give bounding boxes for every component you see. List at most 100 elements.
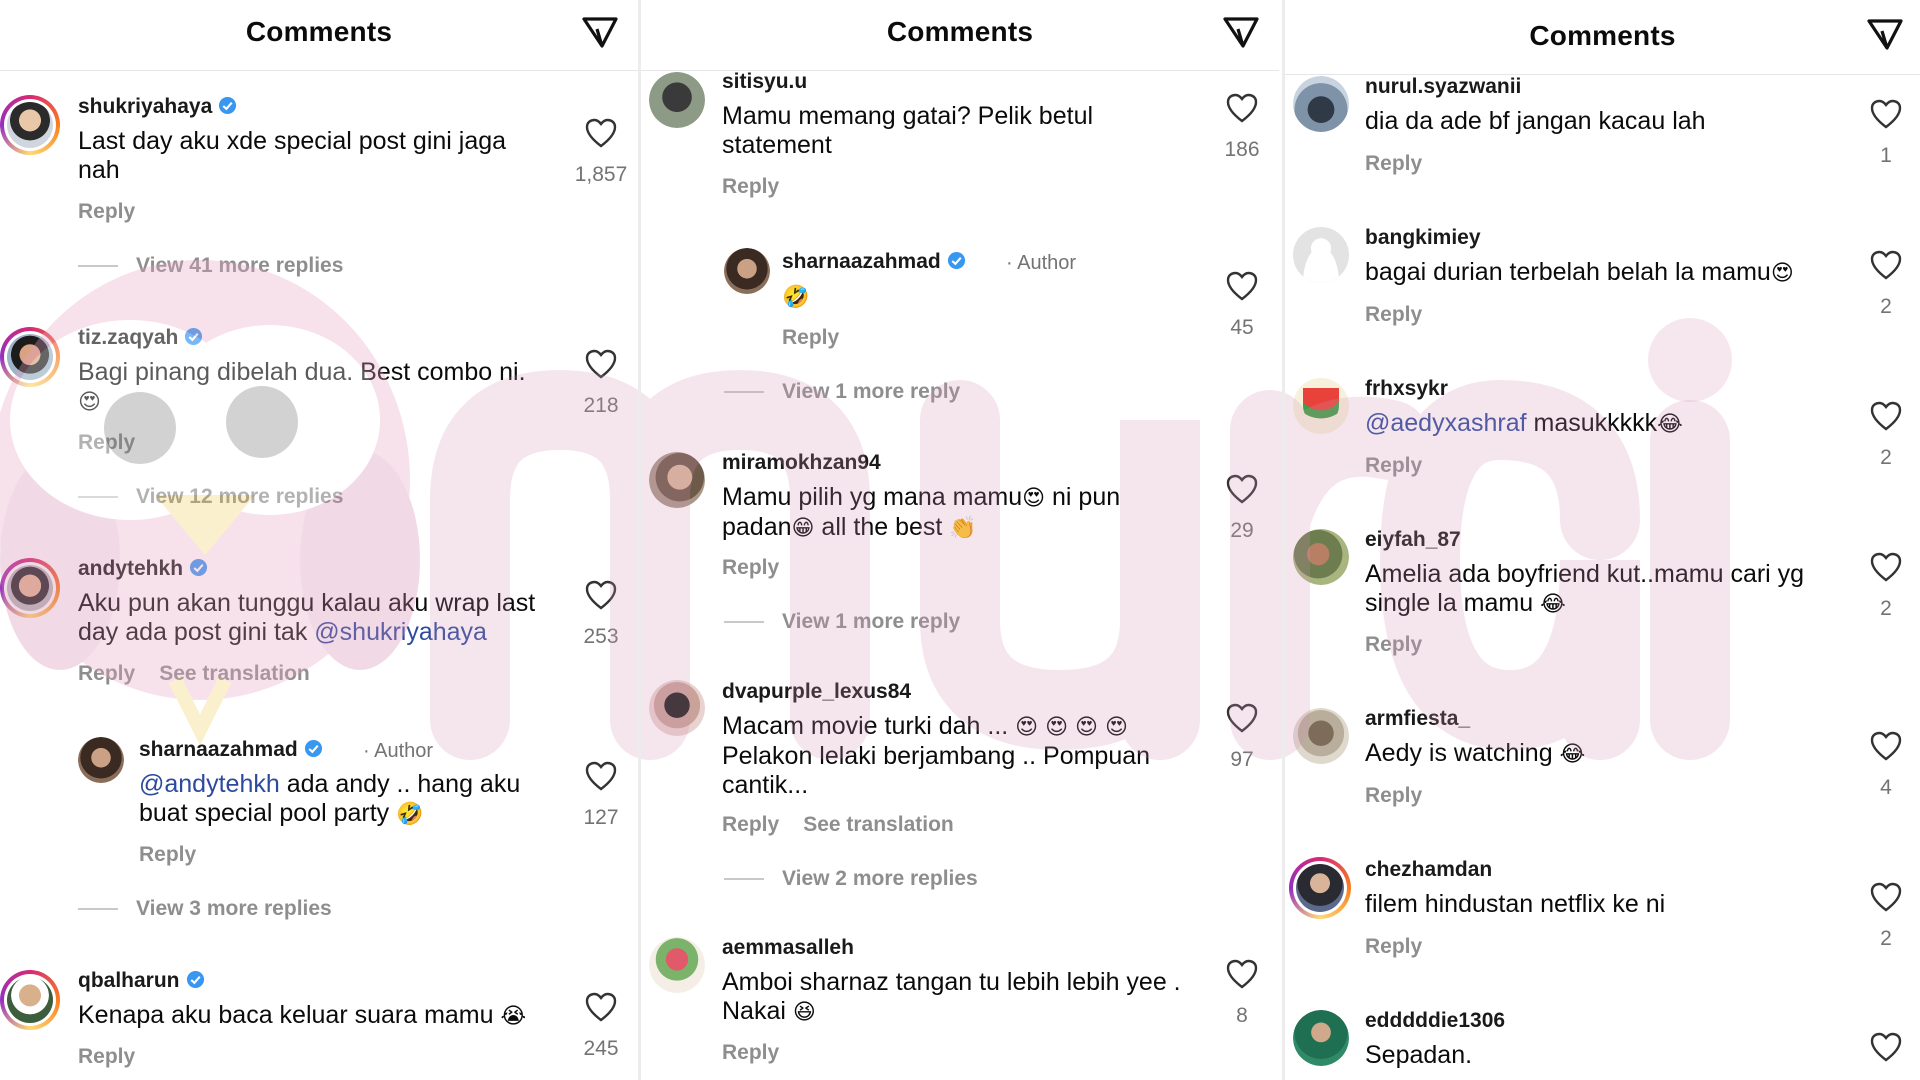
comment-text: Last day aku xde special post gini jaga …	[78, 127, 507, 184]
divider-line	[78, 496, 118, 499]
heart-icon[interactable]	[1225, 473, 1259, 505]
reply-button[interactable]: Reply	[782, 326, 839, 350]
see-translation-button[interactable]: See translation	[159, 662, 310, 685]
reply-button[interactable]: Reply	[1365, 633, 1422, 657]
comment-username[interactable]: aemmasalleh	[722, 936, 854, 960]
heart-icon[interactable]	[584, 117, 618, 149]
reply-button[interactable]: Reply	[1365, 784, 1422, 808]
view-replies-button[interactable]: View 41 more replies	[78, 254, 343, 278]
heart-icon[interactable]	[1225, 92, 1259, 124]
reply-button[interactable]: Reply	[1365, 935, 1422, 959]
heart-eyes-emoji: 😍 😍 😍 😍	[1015, 715, 1128, 740]
like-count: 245	[583, 1037, 619, 1060]
avatar[interactable]	[724, 248, 770, 294]
avatar[interactable]	[1293, 227, 1349, 283]
heart-icon[interactable]	[1869, 400, 1903, 432]
divider-line	[724, 391, 764, 394]
comment-username[interactable]: dvapurple_lexus84	[722, 680, 911, 704]
view-replies-button[interactable]: View 1 more reply	[724, 380, 960, 404]
comment-username[interactable]: edddddie1306	[1365, 1009, 1505, 1033]
filter-icon[interactable]	[580, 12, 620, 52]
heart-icon[interactable]	[1225, 958, 1259, 990]
reply-button[interactable]: Reply	[722, 813, 779, 836]
comment-text: Aedy is watching 😂	[1365, 739, 1586, 767]
filter-icon[interactable]	[1865, 14, 1905, 54]
reply-button[interactable]: Reply	[722, 1041, 779, 1065]
comment-username[interactable]: nurul.syazwanii	[1365, 75, 1521, 99]
view-replies-button[interactable]: View 3 more replies	[78, 897, 332, 921]
like-count: 1,857	[574, 163, 628, 186]
comment-username[interactable]: bangkimiey	[1365, 226, 1481, 250]
reply-button[interactable]: Reply	[722, 175, 779, 199]
heart-icon[interactable]	[1225, 702, 1259, 734]
heart-icon[interactable]	[1869, 551, 1903, 583]
comment-username[interactable]: chezhamdan	[1365, 858, 1492, 882]
heart-icon[interactable]	[1869, 881, 1903, 913]
reply-button[interactable]: Reply	[139, 843, 196, 867]
heart-icon[interactable]	[1225, 270, 1259, 302]
avatar[interactable]	[1293, 529, 1349, 585]
mention-link[interactable]: @aedyxashraf	[1365, 409, 1527, 437]
reply-actions: Reply See translation	[78, 662, 310, 686]
avatar[interactable]	[0, 327, 60, 387]
comment-text: Sepadan.	[1365, 1041, 1473, 1069]
view-replies-button[interactable]: View 1 more reply	[724, 610, 960, 634]
reply-button[interactable]: Reply	[1365, 152, 1422, 176]
heart-icon[interactable]	[584, 991, 618, 1023]
heart-icon[interactable]	[1869, 249, 1903, 281]
avatar[interactable]	[1293, 708, 1349, 764]
avatar[interactable]	[649, 937, 705, 993]
comment-text: @andytehkh ada andy .. hang aku buat spe…	[139, 770, 521, 827]
comment-username[interactable]: sitisyu.u	[722, 70, 807, 94]
avatar[interactable]	[1289, 857, 1351, 919]
comment-username[interactable]: shukriyahaya	[78, 95, 237, 119]
see-translation-button[interactable]: See translation	[803, 813, 954, 836]
avatar[interactable]	[1293, 378, 1349, 434]
reply-button[interactable]: Reply	[722, 556, 779, 580]
heart-icon[interactable]	[1869, 1031, 1903, 1063]
reply-button[interactable]: Reply	[78, 431, 135, 455]
like-count: 2	[1880, 295, 1892, 318]
avatar[interactable]	[0, 558, 60, 618]
mention-link[interactable]: @shukriyahaya	[314, 618, 487, 646]
like-count: 253	[583, 625, 619, 648]
heart-icon[interactable]	[1869, 98, 1903, 130]
comment-username[interactable]: tiz.zaqyah	[78, 326, 203, 350]
comment-username[interactable]: sharnaazahmad	[139, 738, 323, 762]
heart-icon[interactable]	[584, 348, 618, 380]
avatar[interactable]	[0, 970, 60, 1030]
reply-button[interactable]: Reply	[78, 1045, 135, 1069]
reply-button[interactable]: Reply	[1365, 454, 1422, 478]
avatar[interactable]	[649, 680, 705, 736]
verified-icon	[219, 96, 237, 115]
avatar[interactable]	[649, 452, 705, 508]
heart-icon[interactable]	[584, 579, 618, 611]
reply-button[interactable]: Reply	[78, 662, 135, 685]
view-replies-button[interactable]: View 2 more replies	[724, 867, 978, 891]
joy-emoji: 😂	[1540, 592, 1566, 617]
mention-link[interactable]: @andytehkh	[139, 770, 280, 798]
comment-username[interactable]: miramokhzan94	[722, 451, 881, 475]
avatar[interactable]	[1293, 1010, 1349, 1066]
heart-eyes-emoji: 😍	[78, 390, 101, 415]
reply-button[interactable]: Reply	[1365, 303, 1422, 327]
comment-text: 🤣	[782, 282, 809, 312]
grin-emoji: 😁	[791, 516, 815, 541]
avatar[interactable]	[0, 95, 60, 155]
comments-panel-1: Comments shukriyahaya Last day aku xde s…	[0, 0, 638, 1080]
heart-icon[interactable]	[1869, 730, 1903, 762]
reply-button[interactable]: Reply	[78, 200, 135, 224]
comment-username[interactable]: armfiesta_	[1365, 707, 1470, 731]
heart-icon[interactable]	[584, 760, 618, 792]
avatar[interactable]	[78, 737, 124, 783]
comment-username[interactable]: sharnaazahmad	[782, 250, 966, 274]
avatar[interactable]	[1293, 76, 1349, 132]
comment-username[interactable]: qbalharun	[78, 969, 205, 993]
view-replies-button[interactable]: View 12 more replies	[78, 485, 343, 509]
comment-username[interactable]: eiyfah_87	[1365, 528, 1461, 552]
comment-username[interactable]: frhxsykr	[1365, 377, 1448, 401]
comment-username[interactable]: andytehkh	[78, 557, 208, 581]
filter-icon[interactable]	[1221, 12, 1261, 52]
comments-panel-2: Comments sitisyu.u Mamu memang gatai? Pe…	[641, 0, 1279, 1080]
avatar[interactable]	[649, 72, 705, 128]
